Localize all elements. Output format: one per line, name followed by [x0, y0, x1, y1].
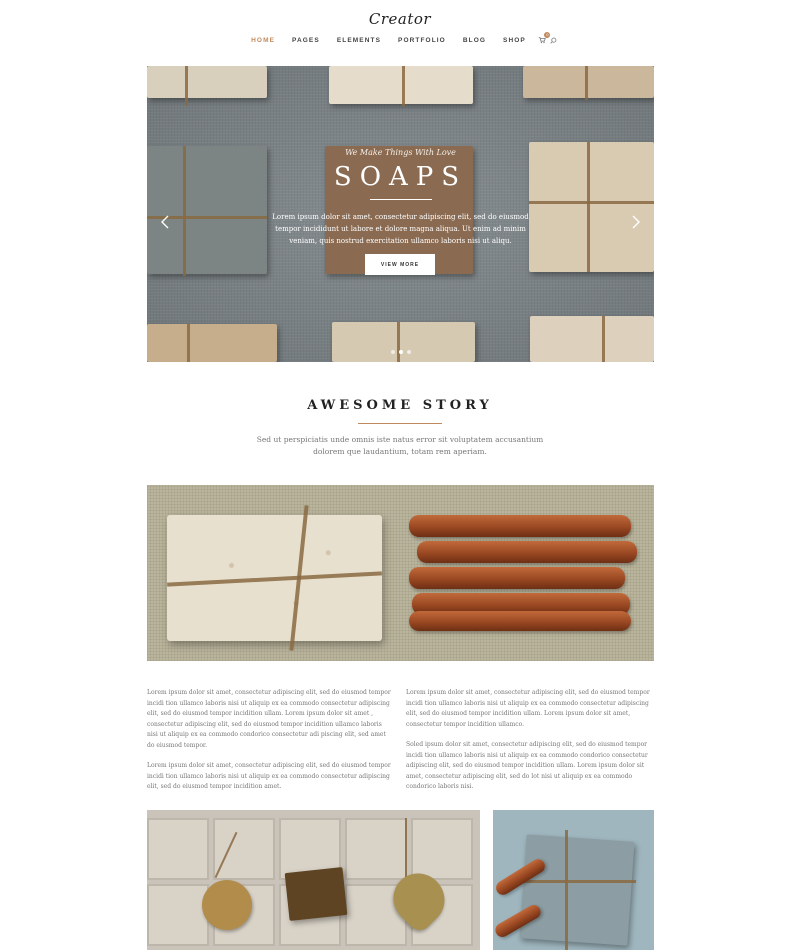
search-icon[interactable] — [550, 37, 557, 44]
nav-item-home[interactable]: HOME — [251, 37, 275, 44]
story-divider — [358, 423, 442, 424]
stone-tiles-soaps-image — [147, 810, 480, 950]
dark-soap — [284, 867, 348, 921]
soap-cinnamon-image — [147, 485, 654, 661]
cinnamon-stick — [409, 515, 631, 537]
paragraph: Lorem ipsum dolor sit amet, consectetur … — [406, 689, 650, 728]
hero-description: Lorem ipsum dolor sit amet, consectetur … — [272, 213, 529, 245]
blue-soap-image — [493, 810, 654, 950]
slider-prev-arrow-icon[interactable] — [159, 214, 173, 229]
slider-dot-3[interactable] — [406, 350, 411, 354]
cinnamon-stick — [417, 541, 637, 563]
slider-dot-2[interactable] — [398, 350, 403, 354]
stone-tile — [345, 818, 407, 880]
nav-item-elements[interactable]: ELEMENTS — [337, 37, 381, 44]
stone-tile — [213, 818, 275, 880]
cinnamon-stick — [409, 567, 625, 589]
text-column-right: Lorem ipsum dolor sit amet, consectetur … — [406, 688, 651, 803]
hero-title: SOAPS — [333, 162, 468, 192]
twine — [565, 830, 568, 950]
hero-content: We Make Things With Love SOAPS Lorem ips… — [147, 66, 654, 362]
blue-soap-bar — [519, 834, 635, 946]
nav-item-shop[interactable]: SHOP — [503, 37, 526, 44]
twine — [518, 880, 636, 883]
slider-dots — [147, 350, 654, 354]
story-text: Sed ut perspiciatis unde omnis iste natu… — [256, 435, 544, 456]
paragraph: Soled ipsum dolor sit amet, consectetur … — [406, 741, 648, 790]
hero-slider: We Make Things With Love SOAPS Lorem ips… — [147, 66, 654, 362]
hero-divider — [370, 199, 432, 200]
stone-tile — [411, 818, 473, 880]
story-title: AWESOME STORY — [307, 398, 493, 413]
paragraph: Lorem ipsum dolor sit amet, consectetur … — [147, 689, 391, 749]
cinnamon-stick — [409, 611, 631, 631]
slider-dot-1[interactable] — [390, 350, 395, 354]
round-soap — [202, 880, 252, 930]
text-column-left: Lorem ipsum dolor sit amet, consectetur … — [147, 688, 392, 803]
nav-item-pages[interactable]: PAGES — [292, 37, 320, 44]
slider-next-arrow-icon[interactable] — [628, 214, 642, 229]
twine — [405, 818, 407, 878]
cart-icon[interactable]: 0 — [538, 32, 551, 44]
nav-item-blog[interactable]: BLOG — [463, 37, 486, 44]
main-nav: HOME PAGES ELEMENTS PORTFOLIO BLOG SHOP … — [0, 32, 800, 44]
site-logo[interactable]: Creator — [0, 10, 800, 28]
stone-tile — [147, 884, 209, 946]
view-more-button[interactable]: VIEW MORE — [365, 254, 435, 275]
paragraph: Lorem ipsum dolor sit amet, consectetur … — [147, 762, 391, 790]
stone-tile — [147, 818, 209, 880]
hero-tagline: We Make Things With Love — [345, 148, 456, 157]
nav-item-portfolio[interactable]: PORTFOLIO — [398, 37, 446, 44]
